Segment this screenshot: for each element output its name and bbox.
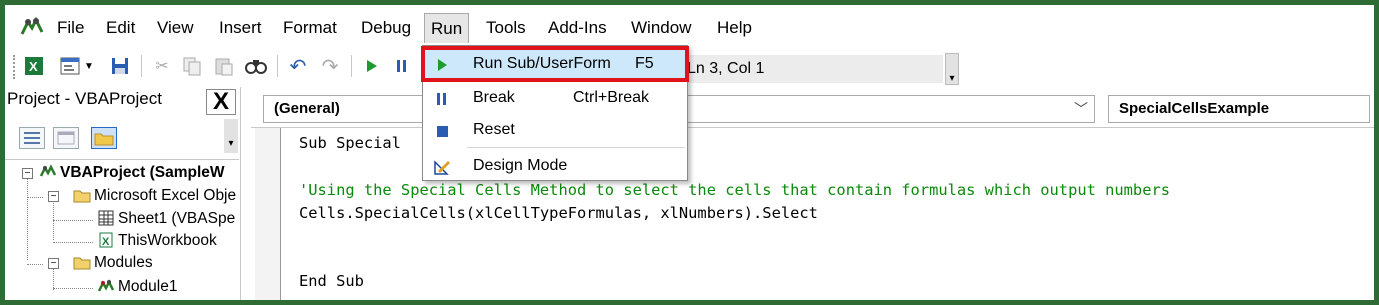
project-explorer: Project - VBAProject X ▾ − VBAProject (S… bbox=[5, 87, 241, 300]
collapse-icon[interactable]: − bbox=[48, 191, 59, 202]
vba-app-icon bbox=[20, 16, 44, 35]
tree-item-module1[interactable]: Module1 bbox=[97, 276, 177, 298]
collapse-icon[interactable]: − bbox=[22, 168, 33, 179]
code-window: (General) ﹀ SpecialCellsExample Sub Spec… bbox=[251, 87, 1374, 300]
insert-userform-icon[interactable] bbox=[59, 55, 81, 77]
menu-file[interactable]: File bbox=[57, 13, 84, 43]
menu-debug[interactable]: Debug bbox=[361, 13, 411, 43]
menu-format[interactable]: Format bbox=[283, 13, 337, 43]
code-comment-line[interactable]: 'Using the Special Cells Method to selec… bbox=[299, 181, 1170, 199]
menu-add-ins[interactable]: Add-Ins bbox=[548, 13, 607, 43]
redo-icon[interactable]: ↷ bbox=[319, 55, 341, 78]
svg-text:X: X bbox=[102, 236, 110, 248]
tree-item-thisworkbook[interactable]: X ThisWorkbook bbox=[97, 230, 217, 252]
folder-icon bbox=[73, 257, 91, 270]
run-icon[interactable] bbox=[361, 55, 383, 77]
procedure-combo[interactable]: SpecialCellsExample bbox=[1108, 95, 1370, 123]
save-icon[interactable] bbox=[109, 55, 131, 77]
code-line[interactable]: Cells.SpecialCells(xlCellTypeFormulas, x… bbox=[299, 204, 818, 222]
menu-insert[interactable]: Insert bbox=[219, 13, 262, 43]
break-icon[interactable] bbox=[391, 55, 413, 77]
chevron-down-icon[interactable]: ▼ bbox=[83, 55, 95, 77]
project-explorer-title: Project - VBAProject bbox=[7, 89, 162, 108]
menu-item-run-sub-userform[interactable]: Run Sub/UserForm F5 bbox=[421, 46, 689, 82]
module-icon bbox=[97, 279, 115, 292]
toolbar-separator bbox=[351, 55, 352, 77]
project-tree: − VBAProject (SampleW − Microsoft Excel … bbox=[5, 159, 239, 300]
collapse-icon[interactable]: − bbox=[48, 258, 59, 269]
project-explorer-toolbar: ▾ bbox=[5, 119, 241, 155]
code-line[interactable]: Sub Special bbox=[299, 134, 401, 152]
folder-icon bbox=[73, 190, 91, 203]
object-combo-value: (General) bbox=[274, 100, 340, 117]
view-code-icon[interactable] bbox=[19, 127, 45, 149]
margin-indicator-bar[interactable] bbox=[255, 128, 281, 300]
tree-item-excel-objects[interactable]: Microsoft Excel Obje bbox=[73, 185, 236, 207]
code-line[interactable]: End Sub bbox=[299, 272, 364, 290]
menu-item-design-mode[interactable]: Design Mode bbox=[423, 150, 687, 182]
view-excel-icon[interactable]: X bbox=[23, 55, 45, 77]
close-button[interactable]: X bbox=[206, 89, 236, 115]
menu-view[interactable]: View bbox=[157, 13, 194, 43]
menu-item-reset[interactable]: Reset bbox=[423, 114, 687, 146]
find-icon[interactable] bbox=[245, 55, 267, 77]
pause-icon bbox=[437, 93, 446, 105]
paste-icon[interactable] bbox=[213, 55, 235, 77]
toggle-folders-icon[interactable] bbox=[91, 127, 117, 149]
view-object-icon[interactable] bbox=[53, 127, 79, 149]
menu-item-break[interactable]: Break Ctrl+Break bbox=[423, 82, 687, 114]
menu-edit[interactable]: Edit bbox=[106, 13, 135, 43]
copy-icon[interactable] bbox=[181, 55, 203, 77]
tree-item-vbaproject[interactable]: VBAProject (SampleW bbox=[39, 162, 225, 184]
standard-toolbar: X ▼ ✂ ↶ ↷ Ln 3, Col 1 ▾ bbox=[5, 49, 1374, 85]
toolbar-separator bbox=[277, 55, 278, 77]
cut-icon[interactable]: ✂ bbox=[151, 55, 173, 77]
vba-editor-window: File Edit View Insert Format Debug Run T… bbox=[0, 0, 1379, 305]
code-editor[interactable]: Sub Special 'Using the Special Cells Met… bbox=[251, 127, 1374, 300]
menu-run[interactable]: Run bbox=[424, 13, 470, 43]
workbook-icon: X bbox=[99, 232, 113, 248]
design-mode-icon bbox=[434, 160, 450, 175]
procedure-combo-value: SpecialCellsExample bbox=[1119, 100, 1270, 117]
toolbar-overflow-icon[interactable]: ▾ bbox=[945, 53, 959, 85]
vbaproject-icon bbox=[39, 164, 57, 177]
toolbar-overflow-icon[interactable]: ▾ bbox=[224, 119, 238, 153]
run-menu-dropdown: Run Sub/UserForm F5 Break Ctrl+Break Res… bbox=[421, 45, 689, 182]
menu-help[interactable]: Help bbox=[717, 13, 752, 43]
toolbar-separator bbox=[141, 55, 142, 77]
toolbar-grip[interactable] bbox=[13, 55, 16, 79]
undo-icon[interactable]: ↶ bbox=[287, 55, 309, 78]
tree-item-modules[interactable]: Modules bbox=[73, 252, 153, 274]
menu-window[interactable]: Window bbox=[631, 13, 691, 43]
menu-tools[interactable]: Tools bbox=[486, 13, 526, 43]
play-icon bbox=[438, 59, 447, 71]
tree-item-sheet1[interactable]: Sheet1 (VBASpe bbox=[97, 208, 235, 230]
svg-text:X: X bbox=[29, 59, 38, 74]
menu-separator bbox=[467, 147, 685, 148]
sheet-icon bbox=[98, 210, 114, 226]
cursor-position: Ln 3, Col 1 bbox=[681, 55, 943, 83]
menu-bar: File Edit View Insert Format Debug Run T… bbox=[5, 13, 1374, 45]
chevron-down-icon[interactable]: ﹀ bbox=[1074, 96, 1088, 122]
stop-icon bbox=[437, 126, 448, 137]
